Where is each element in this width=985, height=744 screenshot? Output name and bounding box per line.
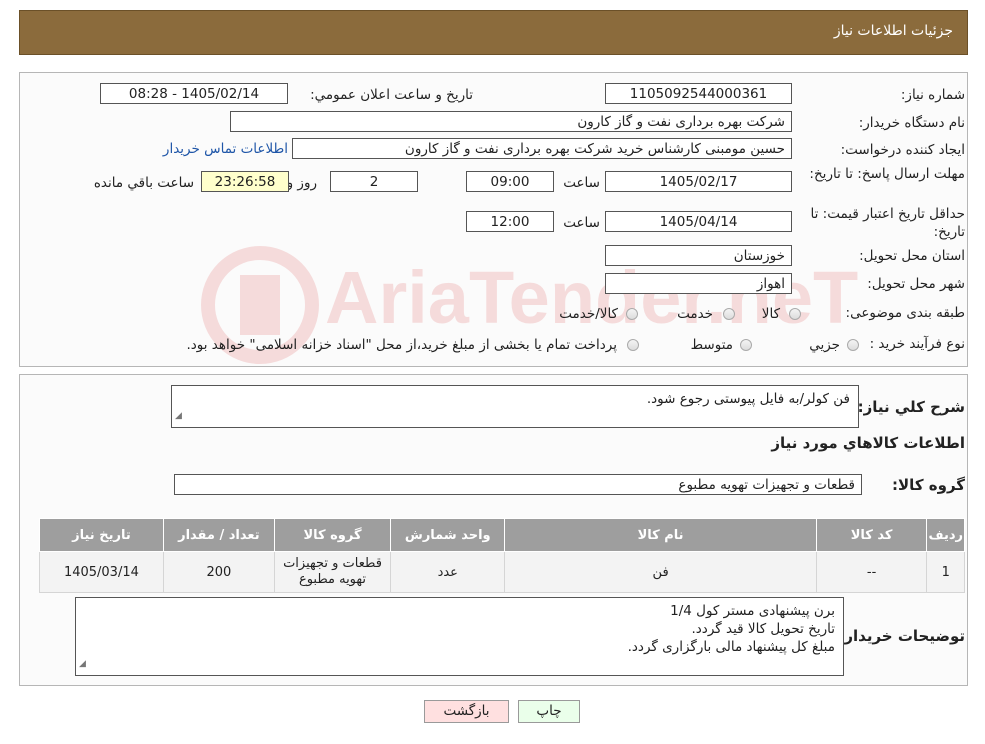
process-radio-medium[interactable] (740, 339, 752, 351)
buyer-notes-line: مبلغ کل پیشنهاد مالی بارگزاری گردد. (627, 639, 835, 655)
deadline-time-field: 09:00 (466, 171, 554, 192)
goods-info-title: اطلاعات کالاهاي مورد نیاز (771, 434, 965, 452)
cell-code: -- (815, 551, 928, 593)
deadline-time-label: ساعت (563, 175, 600, 191)
buyer-org-field: شرکت بهره برداری نفت و گاز کارون (230, 111, 792, 132)
deadline-label-text: مهلت ارسال پاسخ: تا تاریخ: (809, 166, 965, 182)
city-field: اهواز (605, 273, 792, 294)
category-radio-service[interactable] (723, 308, 735, 320)
resize-grip-icon[interactable]: ◢ (175, 407, 182, 425)
days-field: 2 (330, 171, 418, 192)
col-row: ردیف (926, 518, 965, 552)
validity-time-field: 12:00 (466, 211, 554, 232)
process-option-small: جزیي (809, 337, 840, 353)
category-label: طبقه بندی موضوعی: (845, 305, 965, 321)
cell-name: فن (504, 551, 817, 593)
buyer-org-label: نام دستگاه خریدار: (858, 115, 965, 131)
validity-time-label: ساعت (563, 215, 600, 231)
province-label: استان محل تحویل: (859, 248, 965, 264)
buyer-notes-line: تاریخ تحویل کالا قید گردد. (691, 621, 836, 637)
creator-field: حسین مومبنی کارشناس خرید شرکت بهره بردار… (292, 138, 792, 159)
resize-grip-icon[interactable]: ◢ (79, 655, 86, 673)
remaining-time-field: 23:26:58 (201, 171, 289, 192)
cell-unit: عدد (390, 551, 506, 593)
need-number-label: شماره نیاز: (900, 87, 965, 103)
col-qty: تعداد / مقدار (162, 518, 275, 552)
page-title: جزئیات اطلاعات نیاز (833, 23, 953, 39)
validity-label-text: حداقل تاریخ اعتبار قیمت: تا تاریخ: (810, 206, 965, 240)
province-field: خوزستان (605, 245, 792, 266)
need-number-field: 1105092544000361 (605, 83, 792, 104)
validity-date-field: 1405/04/14 (605, 211, 792, 232)
goods-group-label: گروه کالا: (892, 476, 965, 494)
description-text: فن کولر/به فایل پیوستی رجوع شود. (646, 391, 850, 407)
description-label: شرح كلي نیاز: (857, 398, 965, 416)
items-table: ردیف کد کالا نام کالا واحد شمارش گروه کا… (39, 518, 965, 593)
category-option-both: کالا/خدمت (559, 306, 618, 322)
creator-label: ایجاد کننده درخواست: (840, 142, 965, 158)
deadline-date-field: 1405/02/17 (605, 171, 792, 192)
process-note: پرداخت تمام یا بخشی از مبلغ خرید،از محل … (186, 337, 617, 353)
announce-label: تاریخ و ساعت اعلان عمومي: (310, 87, 473, 103)
contact-info-link[interactable]: اطلاعات تماس خریدار (163, 141, 288, 157)
col-date: تاریخ نیاز (39, 518, 164, 552)
process-radio-small[interactable] (847, 339, 859, 351)
deadline-label: مهلت ارسال پاسخ: تا تاریخ: (805, 165, 965, 183)
col-name: نام کالا (504, 518, 817, 552)
buyer-notes-label: توضیحات خریدار: (838, 627, 965, 645)
city-label: شهر محل تحویل: (867, 276, 965, 292)
process-option-medium: متوسط (690, 337, 733, 353)
category-option-service: خدمت (677, 306, 713, 322)
category-option-goods: کالا (761, 306, 780, 322)
cell-qty: 200 (162, 551, 275, 593)
col-code: کد کالا (815, 518, 928, 552)
page-header: جزئیات اطلاعات نیاز (19, 10, 968, 55)
goods-group-field: قطعات و تجهیزات تهویه مطبوع (174, 474, 862, 495)
cell-date: 1405/03/14 (39, 551, 164, 593)
cell-group: قطعات و تجهیزات تهویه مطبوع (273, 551, 392, 593)
process-label: نوع فرآیند خرید : (869, 336, 965, 352)
category-radio-goods[interactable] (789, 308, 801, 320)
category-radio-both[interactable] (626, 308, 638, 320)
print-button[interactable]: چاپ (518, 700, 580, 723)
remaining-label: ساعت باقي مانده (93, 175, 194, 191)
buyer-notes-field: برن پیشنهادی مستر کول 1/4 تاریخ تحویل کا… (75, 597, 844, 676)
col-group: گروه کالا (273, 518, 392, 552)
table-header-row: ردیف کد کالا نام کالا واحد شمارش گروه کا… (39, 518, 965, 552)
process-radio-treasury[interactable] (627, 339, 639, 351)
table-row: 1 -- فن عدد قطعات و تجهیزات تهویه مطبوع … (39, 551, 965, 593)
validity-label: حداقل تاریخ اعتبار قیمت: تا تاریخ: (800, 205, 965, 241)
back-button[interactable]: بازگشت (424, 700, 509, 723)
description-field: فن کولر/به فایل پیوستی رجوع شود. ◢ (171, 385, 859, 428)
cell-row: 1 (926, 551, 965, 593)
buyer-notes-line: برن پیشنهادی مستر کول 1/4 (670, 603, 835, 619)
days-label: روز و (286, 175, 317, 191)
announce-field: 1405/02/14 - 08:28 (100, 83, 288, 104)
col-unit: واحد شمارش (390, 518, 506, 552)
